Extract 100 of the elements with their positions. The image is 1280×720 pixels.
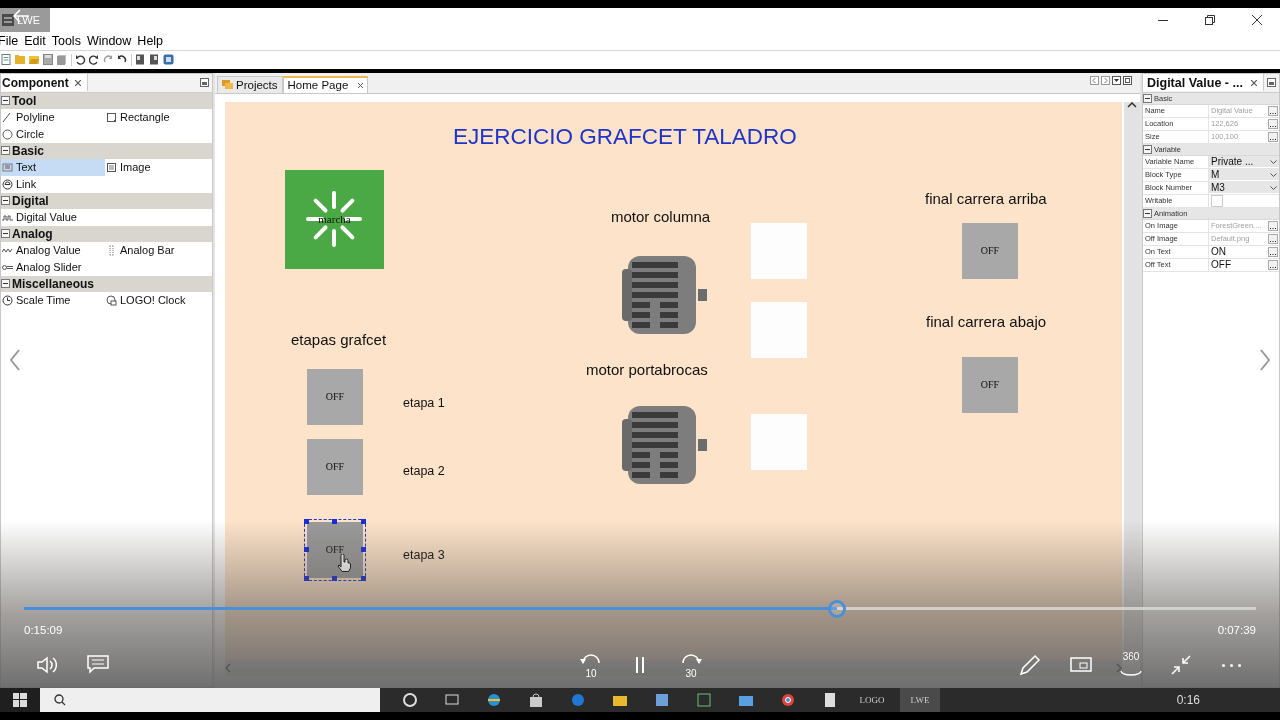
vertical-scrollbar[interactable] [1124, 101, 1140, 660]
ellipsis-button[interactable] [1268, 246, 1278, 257]
component-item[interactable]: LOGO! Clock [105, 291, 214, 309]
start-button[interactable]: marcha [285, 169, 384, 269]
motor-icon [622, 254, 708, 335]
section-title: Tool [12, 93, 37, 108]
redo-icon[interactable] [89, 54, 100, 66]
component-item[interactable]: Rectangle [105, 108, 214, 126]
canvas-label: etapa 3 [403, 547, 445, 562]
scroll-left-icon[interactable] [1090, 75, 1099, 85]
save-icon[interactable] [43, 54, 54, 66]
status-indicator[interactable]: OFF [962, 356, 1018, 413]
search-field[interactable] [40, 688, 380, 712]
view-360-button[interactable]: 360 [1117, 651, 1145, 677]
ellipsis-button[interactable] [1268, 259, 1278, 270]
status-indicator[interactable]: OFF [307, 438, 363, 495]
edit-button[interactable] [1018, 652, 1042, 678]
close-icon [1250, 79, 1257, 86]
menu-item[interactable]: Edit [21, 33, 49, 48]
status-indicator[interactable]: OFF [307, 368, 363, 425]
ellipsis-button[interactable] [1268, 233, 1278, 244]
previous-icon[interactable] [10, 349, 20, 371]
browser-icon[interactable] [486, 692, 502, 708]
component-item[interactable]: Analog Value [1, 241, 105, 259]
property-dropdown[interactable]: M [1209, 169, 1279, 181]
property-dropdown[interactable]: M3 [1209, 182, 1279, 194]
collapse-icon[interactable] [1143, 208, 1152, 218]
menu-item[interactable]: Tools [48, 33, 84, 48]
collapse-icon[interactable] [1, 196, 10, 206]
circle-icon [2, 128, 13, 140]
collapse-icon[interactable] [1, 96, 10, 106]
dropdown-icon[interactable] [1112, 75, 1121, 85]
seek-thumb[interactable] [828, 600, 847, 618]
collapse-icon[interactable] [1143, 93, 1152, 103]
ellipsis-button[interactable] [1268, 118, 1278, 129]
status-indicator[interactable]: OFF [962, 222, 1018, 279]
ellipsis-button[interactable] [1268, 105, 1278, 116]
component-item[interactable]: Digital Value [1, 208, 105, 226]
menu-item[interactable]: Help [134, 33, 167, 48]
app-icon[interactable] [696, 692, 712, 708]
panel-tab[interactable]: Digital Value - ... [1143, 74, 1264, 92]
component-item[interactable]: Image [105, 158, 214, 176]
ellipsis-icon [1270, 111, 1276, 115]
component-item[interactable]: Analog Slider [1, 258, 105, 276]
new-file-icon[interactable] [1, 54, 12, 66]
taskbar-app[interactable]: LWE [900, 688, 940, 712]
ellipsis-button[interactable] [1268, 220, 1278, 231]
exit-fullscreen-icon [1170, 654, 1192, 676]
property-value: OFF [1210, 259, 1231, 271]
ellipsis-icon [1270, 239, 1276, 243]
panel-tab[interactable]: Component [1, 74, 88, 92]
property-dropdown[interactable]: Private ... [1209, 156, 1279, 168]
collapse-icon[interactable] [1, 146, 10, 156]
ellipsis-button[interactable] [1268, 131, 1278, 142]
forward-arrow-icon [679, 651, 703, 665]
collapse-icon[interactable] [1143, 144, 1152, 154]
minimize-icon[interactable] [200, 78, 209, 88]
component-item[interactable]: Link [1, 175, 105, 193]
app-icon[interactable] [654, 692, 670, 708]
taskbar-app[interactable]: LOGO [858, 691, 886, 709]
windows-icon[interactable] [13, 693, 27, 707]
component-item[interactable]: Circle [1, 125, 105, 143]
scroll-right-icon[interactable] [1116, 663, 1122, 673]
component-item[interactable]: Scale Time [1, 291, 105, 309]
status-indicator[interactable]: OFF [307, 521, 363, 578]
component-item[interactable]: Analog Bar [105, 241, 214, 259]
skip-forward-button[interactable]: 30 [676, 651, 706, 679]
close-icon [1251, 15, 1262, 25]
section-title: Digital [12, 193, 49, 208]
editor-tab[interactable]: Projects [217, 75, 283, 93]
image-icon [106, 161, 117, 173]
undo-icon[interactable] [75, 54, 86, 66]
remaining-time: 0:07:39 [1217, 624, 1256, 636]
window-icon[interactable] [135, 54, 146, 66]
next-icon[interactable] [1260, 349, 1270, 371]
component-item[interactable]: Polyline [1, 108, 105, 126]
save-all-icon[interactable] [57, 54, 68, 66]
chrome-icon[interactable] [780, 692, 796, 708]
task-view-icon[interactable] [444, 692, 460, 708]
edge-icon[interactable] [570, 692, 586, 708]
restore-icon [1204, 15, 1215, 25]
window-icon[interactable] [149, 54, 160, 66]
editor-tab[interactable]: Home Page [282, 75, 369, 93]
minimize-icon[interactable] [1267, 78, 1276, 88]
section-title: Analog [12, 226, 53, 241]
scroll-up-icon[interactable] [1127, 101, 1137, 108]
monitor-icon[interactable] [163, 54, 174, 66]
horizontal-scrollbar[interactable] [225, 660, 1122, 676]
collapse-icon[interactable] [1, 229, 10, 239]
menu-item[interactable]: Window [83, 33, 135, 48]
store-icon[interactable] [528, 692, 544, 708]
folders-icon [222, 80, 233, 90]
skip-back-button[interactable]: 10 [576, 651, 606, 679]
document-icon[interactable] [822, 692, 838, 708]
ellipsis-icon [1270, 124, 1276, 128]
cortana-icon[interactable] [402, 692, 418, 708]
collapse-icon[interactable] [1, 279, 10, 289]
canvas-label: final carrera abajo [926, 312, 1047, 330]
maximize-icon[interactable] [1123, 75, 1132, 85]
rectangle-icon [106, 111, 117, 123]
